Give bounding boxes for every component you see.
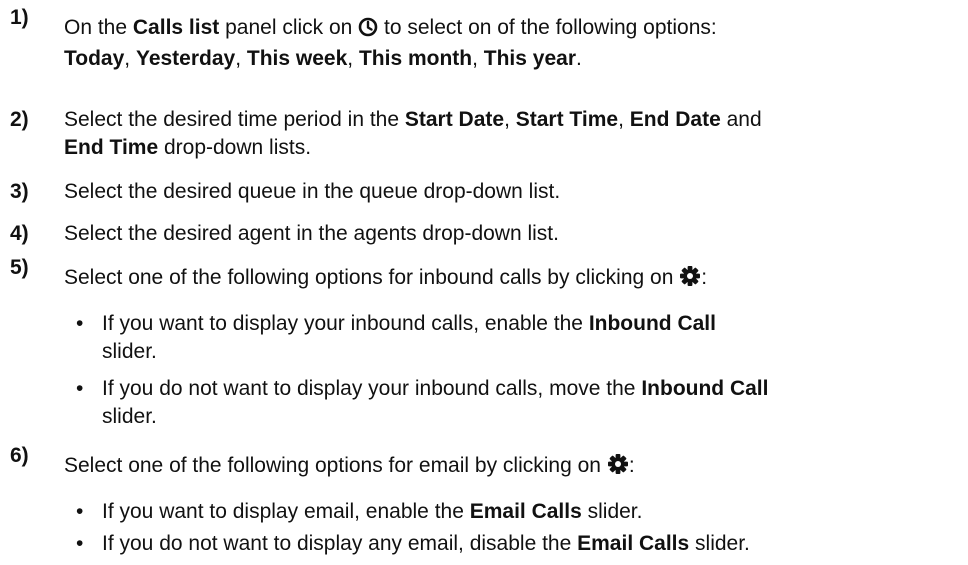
bullet-dot: • bbox=[76, 377, 84, 400]
instruction-document: 1) On the Calls list panel click on to s… bbox=[0, 0, 968, 565]
text-run: : bbox=[701, 266, 708, 289]
gear-icon bbox=[607, 453, 629, 483]
step-number: 3) bbox=[10, 180, 29, 203]
ui-term: Inbound Call bbox=[641, 377, 769, 400]
text-run: slider. bbox=[102, 340, 157, 363]
text-run: slider. bbox=[581, 500, 643, 523]
text-run: : bbox=[628, 454, 635, 477]
option-this-year: This year bbox=[483, 47, 576, 70]
ui-term: Email Calls bbox=[469, 500, 582, 523]
step-text: On the Calls list panel click on to sele… bbox=[64, 14, 960, 73]
text-run: drop-down lists. bbox=[158, 136, 312, 159]
text-run: Select one of the following options for … bbox=[64, 266, 680, 289]
text-run: On the bbox=[64, 16, 133, 39]
step-text: Select the desired time period in the St… bbox=[64, 106, 960, 162]
text-run: slider. bbox=[102, 405, 157, 428]
bullet-text: If you want to display your inbound call… bbox=[102, 310, 960, 366]
step-number: 1) bbox=[10, 6, 29, 29]
step-number: 6) bbox=[10, 444, 29, 467]
text-run: If you want to display your inbound call… bbox=[102, 312, 589, 335]
gear-icon bbox=[679, 265, 701, 295]
ui-term: End Date bbox=[629, 108, 721, 131]
text-run: If you do not want to display your inbou… bbox=[102, 377, 642, 400]
bullet-dot: • bbox=[76, 532, 84, 555]
text-run: If you want to display email, enable the bbox=[102, 500, 470, 523]
text-run: and bbox=[720, 108, 762, 131]
bullet-text: If you do not want to display your inbou… bbox=[102, 375, 960, 431]
ui-term: Calls list bbox=[132, 16, 220, 39]
bullet-dot: • bbox=[76, 500, 84, 523]
step-text: Select one of the following options for … bbox=[64, 452, 960, 483]
text-run: If you do not want to display any email,… bbox=[102, 532, 578, 555]
separator: , bbox=[347, 47, 359, 70]
option-this-week: This week bbox=[246, 47, 348, 70]
separator: . bbox=[576, 47, 582, 70]
step-text: Select the desired agent in the agents d… bbox=[64, 222, 559, 245]
step-text: Select the desired queue in the queue dr… bbox=[64, 180, 561, 203]
option-this-month: This month bbox=[358, 47, 473, 70]
ui-term: End Time bbox=[64, 136, 159, 159]
separator: , bbox=[504, 108, 516, 131]
ui-term: Inbound Call bbox=[588, 312, 716, 335]
option-yesterday: Yesterday bbox=[135, 47, 236, 70]
separator: , bbox=[472, 47, 484, 70]
text-run: Select the desired time period in the bbox=[64, 108, 405, 131]
ui-term: Start Date bbox=[404, 108, 505, 131]
text-run: panel click on bbox=[219, 16, 359, 39]
step-text: Select one of the following options for … bbox=[64, 264, 960, 295]
step-number: 2) bbox=[10, 108, 29, 131]
separator: , bbox=[235, 47, 247, 70]
ui-term: Email Calls bbox=[577, 532, 690, 555]
text-run: to select on of the following options: bbox=[378, 16, 717, 39]
ui-term: Start Time bbox=[515, 108, 619, 131]
text-run: slider. bbox=[689, 532, 750, 555]
clock-icon bbox=[358, 17, 378, 45]
text-run: Select one of the following options for … bbox=[64, 454, 607, 477]
bullet-text: If you do not want to display any email,… bbox=[102, 530, 960, 558]
bullet-dot: • bbox=[76, 312, 84, 335]
step-number: 4) bbox=[10, 222, 29, 245]
bullet-text: If you want to display email, enable the… bbox=[102, 498, 960, 526]
option-today: Today bbox=[64, 47, 125, 70]
separator: , bbox=[618, 108, 630, 131]
separator: , bbox=[124, 47, 136, 70]
step-number: 5) bbox=[10, 256, 29, 279]
